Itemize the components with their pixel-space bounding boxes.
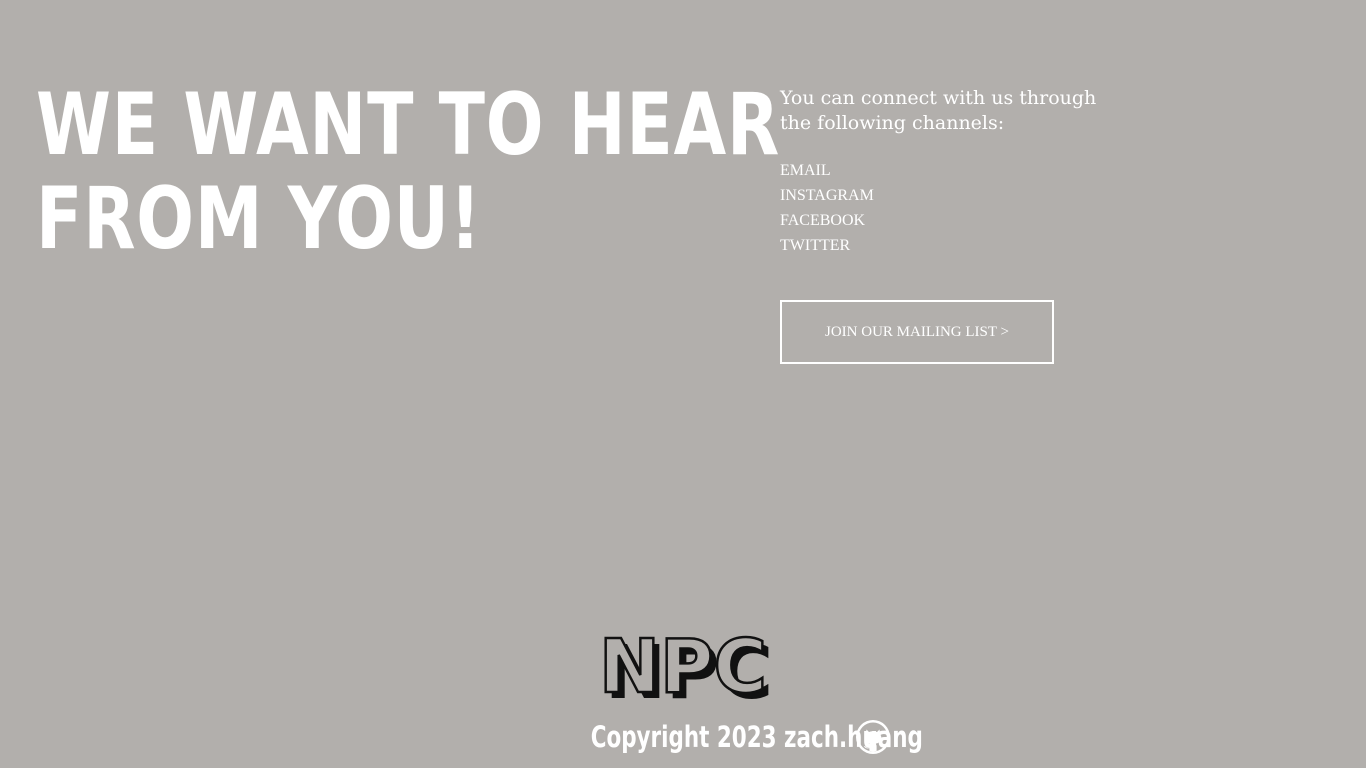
contact-intro-line-1: You can connect with us through (780, 87, 1097, 109)
channel-link-twitter[interactable]: TWITTER (780, 233, 1140, 258)
footer: Copyright 2023 zach.huang (0, 716, 1366, 758)
page-headline: WE WANT TO HEAR FROM YOU! (36, 78, 780, 266)
contact-intro: You can connect with us through the foll… (780, 86, 1140, 136)
contact-section: You can connect with us through the foll… (780, 86, 1140, 258)
channel-link-email[interactable]: EMAIL (780, 158, 1140, 183)
logo-text: NPC (599, 630, 767, 702)
headline-line-1: WE WANT TO HEAR (36, 75, 781, 175)
contact-page: WE WANT TO HEAR FROM YOU! You can connec… (0, 0, 1366, 768)
channel-link-facebook[interactable]: FACEBOOK (780, 208, 1140, 233)
contact-intro-line-2: the following channels: (780, 112, 1005, 134)
headline-line-2: FROM YOU! (36, 169, 482, 269)
npc-logo: NPC NPC (598, 630, 773, 702)
channel-list: EMAIL INSTAGRAM FACEBOOK TWITTER (780, 158, 1140, 258)
join-mailing-list-button[interactable]: JOIN OUR MAILING LIST > (780, 300, 1054, 364)
copyright-text: Copyright 2023 zach.huang (590, 720, 923, 754)
channel-link-instagram[interactable]: INSTAGRAM (780, 183, 1140, 208)
